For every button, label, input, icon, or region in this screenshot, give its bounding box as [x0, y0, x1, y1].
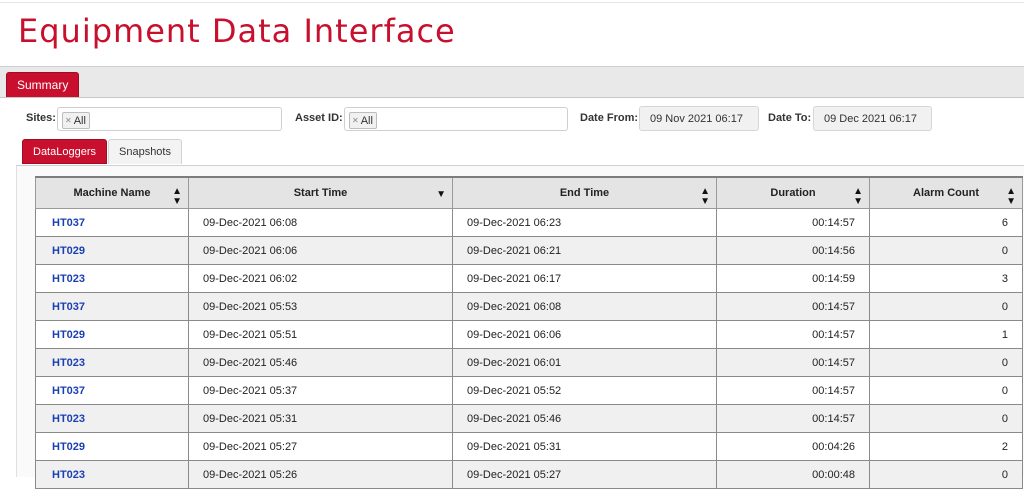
end-time-cell: 09-Dec-2021 06:01 [452, 348, 717, 377]
tab-summary[interactable]: Summary [6, 72, 80, 97]
alarm-count-cell: 0 [869, 348, 1023, 377]
asset-id-chip-label: All [360, 115, 373, 127]
alarm-count-cell: 0 [869, 376, 1023, 405]
column-header-label: Start Time [293, 187, 348, 199]
machine-name-link[interactable]: HT029 [35, 320, 189, 349]
duration-cell: 00:14:57 [716, 320, 870, 349]
end-time-cell: 09-Dec-2021 06:17 [452, 264, 717, 293]
machine-name-link[interactable]: HT023 [35, 264, 189, 293]
machine-name-link[interactable]: HT037 [35, 376, 189, 405]
alarm-count-cell: 3 [869, 264, 1023, 293]
duration-cell: 00:04:26 [716, 432, 870, 461]
start-time-cell: 09-Dec-2021 05:26 [188, 460, 453, 489]
duration-cell: 00:14:57 [716, 208, 870, 237]
column-header-label: Duration [770, 187, 816, 199]
main-tab-bar [0, 66, 1024, 98]
sites-select[interactable]: ✕ All [57, 107, 282, 131]
machine-name-link[interactable]: HT029 [35, 432, 189, 461]
sort-both-icon[interactable]: ▲ ▼ [700, 187, 710, 207]
end-time-cell: 09-Dec-2021 05:46 [452, 404, 717, 433]
alarm-count-cell: 0 [869, 404, 1023, 433]
start-time-cell: 09-Dec-2021 05:27 [188, 432, 453, 461]
table-row[interactable]: HT037 09-Dec-2021 05:53 09-Dec-2021 06:0… [35, 292, 1023, 321]
alarm-count-cell: 2 [869, 432, 1023, 461]
date-from-label: Date From: [580, 112, 639, 124]
table-row[interactable]: HT037 09-Dec-2021 06:08 09-Dec-2021 06:2… [35, 208, 1023, 237]
duration-cell: 00:00:48 [716, 460, 870, 489]
column-header-alarm-count[interactable]: Alarm Count ▲ ▼ [869, 176, 1023, 209]
table-row[interactable]: HT037 09-Dec-2021 05:37 09-Dec-2021 05:5… [35, 376, 1023, 405]
table-row[interactable]: HT023 09-Dec-2021 06:02 09-Dec-2021 06:1… [35, 264, 1023, 293]
duration-cell: 00:14:57 [716, 348, 870, 377]
start-time-cell: 09-Dec-2021 06:02 [188, 264, 453, 293]
duration-cell: 00:14:56 [716, 236, 870, 265]
machine-name-link[interactable]: HT023 [35, 348, 189, 377]
column-header-machine-name[interactable]: Machine Name ▲ ▼ [35, 176, 189, 209]
start-time-cell: 09-Dec-2021 05:51 [188, 320, 453, 349]
chip-remove-icon[interactable]: ✕ [65, 116, 72, 125]
start-time-cell: 09-Dec-2021 06:08 [188, 208, 453, 237]
start-time-cell: 09-Dec-2021 05:31 [188, 404, 453, 433]
alarm-count-cell: 1 [869, 320, 1023, 349]
sort-both-icon[interactable]: ▲ ▼ [853, 187, 863, 207]
tab-dataloggers[interactable]: DataLoggers [22, 139, 107, 164]
date-to-input[interactable]: 09 Dec 2021 06:17 [813, 106, 932, 131]
machine-name-link[interactable]: HT037 [35, 208, 189, 237]
end-time-cell: 09-Dec-2021 06:23 [452, 208, 717, 237]
chip-remove-icon[interactable]: ✕ [352, 116, 359, 125]
alarm-count-cell: 0 [869, 236, 1023, 265]
table-row[interactable]: HT029 09-Dec-2021 05:27 09-Dec-2021 05:3… [35, 432, 1023, 461]
start-time-cell: 09-Dec-2021 06:06 [188, 236, 453, 265]
page-title: Equipment Data Interface [18, 12, 456, 50]
date-from-input[interactable]: 09 Nov 2021 06:17 [639, 106, 759, 131]
table-row[interactable]: HT023 09-Dec-2021 05:46 09-Dec-2021 06:0… [35, 348, 1023, 377]
asset-id-label: Asset ID: [295, 112, 343, 124]
table-header-row: Machine Name ▲ ▼ Start Time ▼ End Time ▲ ▼ Du… [35, 176, 1023, 209]
start-time-cell: 09-Dec-2021 05:53 [188, 292, 453, 321]
sort-desc-icon[interactable]: ▼ [436, 190, 446, 200]
column-header-end-time[interactable]: End Time ▲ ▼ [452, 176, 717, 209]
asset-id-select[interactable]: ✕ All [344, 107, 568, 131]
table-row[interactable]: HT029 09-Dec-2021 06:06 09-Dec-2021 06:2… [35, 236, 1023, 265]
machine-name-link[interactable]: HT037 [35, 292, 189, 321]
datalogger-table: Machine Name ▲ ▼ Start Time ▼ End Time ▲ ▼ Du… [35, 176, 1023, 489]
end-time-cell: 09-Dec-2021 05:27 [452, 460, 717, 489]
duration-cell: 00:14:57 [716, 404, 870, 433]
sites-label: Sites: [26, 112, 56, 124]
table-row[interactable]: HT023 09-Dec-2021 05:26 09-Dec-2021 05:2… [35, 460, 1023, 489]
end-time-cell: 09-Dec-2021 06:21 [452, 236, 717, 265]
column-header-duration[interactable]: Duration ▲ ▼ [716, 176, 870, 209]
date-to-label: Date To: [768, 112, 812, 124]
end-time-cell: 09-Dec-2021 05:52 [452, 376, 717, 405]
column-header-label: Machine Name [73, 187, 151, 199]
alarm-count-cell: 0 [869, 460, 1023, 489]
end-time-cell: 09-Dec-2021 06:08 [452, 292, 717, 321]
start-time-cell: 09-Dec-2021 05:37 [188, 376, 453, 405]
top-border [0, 2, 1024, 3]
sites-chip-label: All [73, 115, 86, 127]
duration-cell: 00:14:59 [716, 264, 870, 293]
end-time-cell: 09-Dec-2021 05:31 [452, 432, 717, 461]
table-row[interactable]: HT023 09-Dec-2021 05:31 09-Dec-2021 05:4… [35, 404, 1023, 433]
sites-chip[interactable]: ✕ All [62, 112, 90, 129]
alarm-count-cell: 6 [869, 208, 1023, 237]
tab-snapshots[interactable]: Snapshots [108, 139, 182, 164]
asset-id-chip[interactable]: ✕ All [349, 112, 377, 129]
column-header-label: End Time [559, 187, 610, 199]
duration-cell: 00:14:57 [716, 292, 870, 321]
column-header-label: Alarm Count [913, 187, 979, 199]
end-time-cell: 09-Dec-2021 06:06 [452, 320, 717, 349]
machine-name-link[interactable]: HT023 [35, 460, 189, 489]
alarm-count-cell: 0 [869, 292, 1023, 321]
table-row[interactable]: HT029 09-Dec-2021 05:51 09-Dec-2021 06:0… [35, 320, 1023, 349]
machine-name-link[interactable]: HT029 [35, 236, 189, 265]
column-header-start-time[interactable]: Start Time ▼ [188, 176, 453, 209]
sort-both-icon[interactable]: ▲ ▼ [172, 187, 182, 207]
sort-both-icon[interactable]: ▲ ▼ [1006, 187, 1016, 207]
duration-cell: 00:14:57 [716, 376, 870, 405]
machine-name-link[interactable]: HT023 [35, 404, 189, 433]
start-time-cell: 09-Dec-2021 05:46 [188, 348, 453, 377]
